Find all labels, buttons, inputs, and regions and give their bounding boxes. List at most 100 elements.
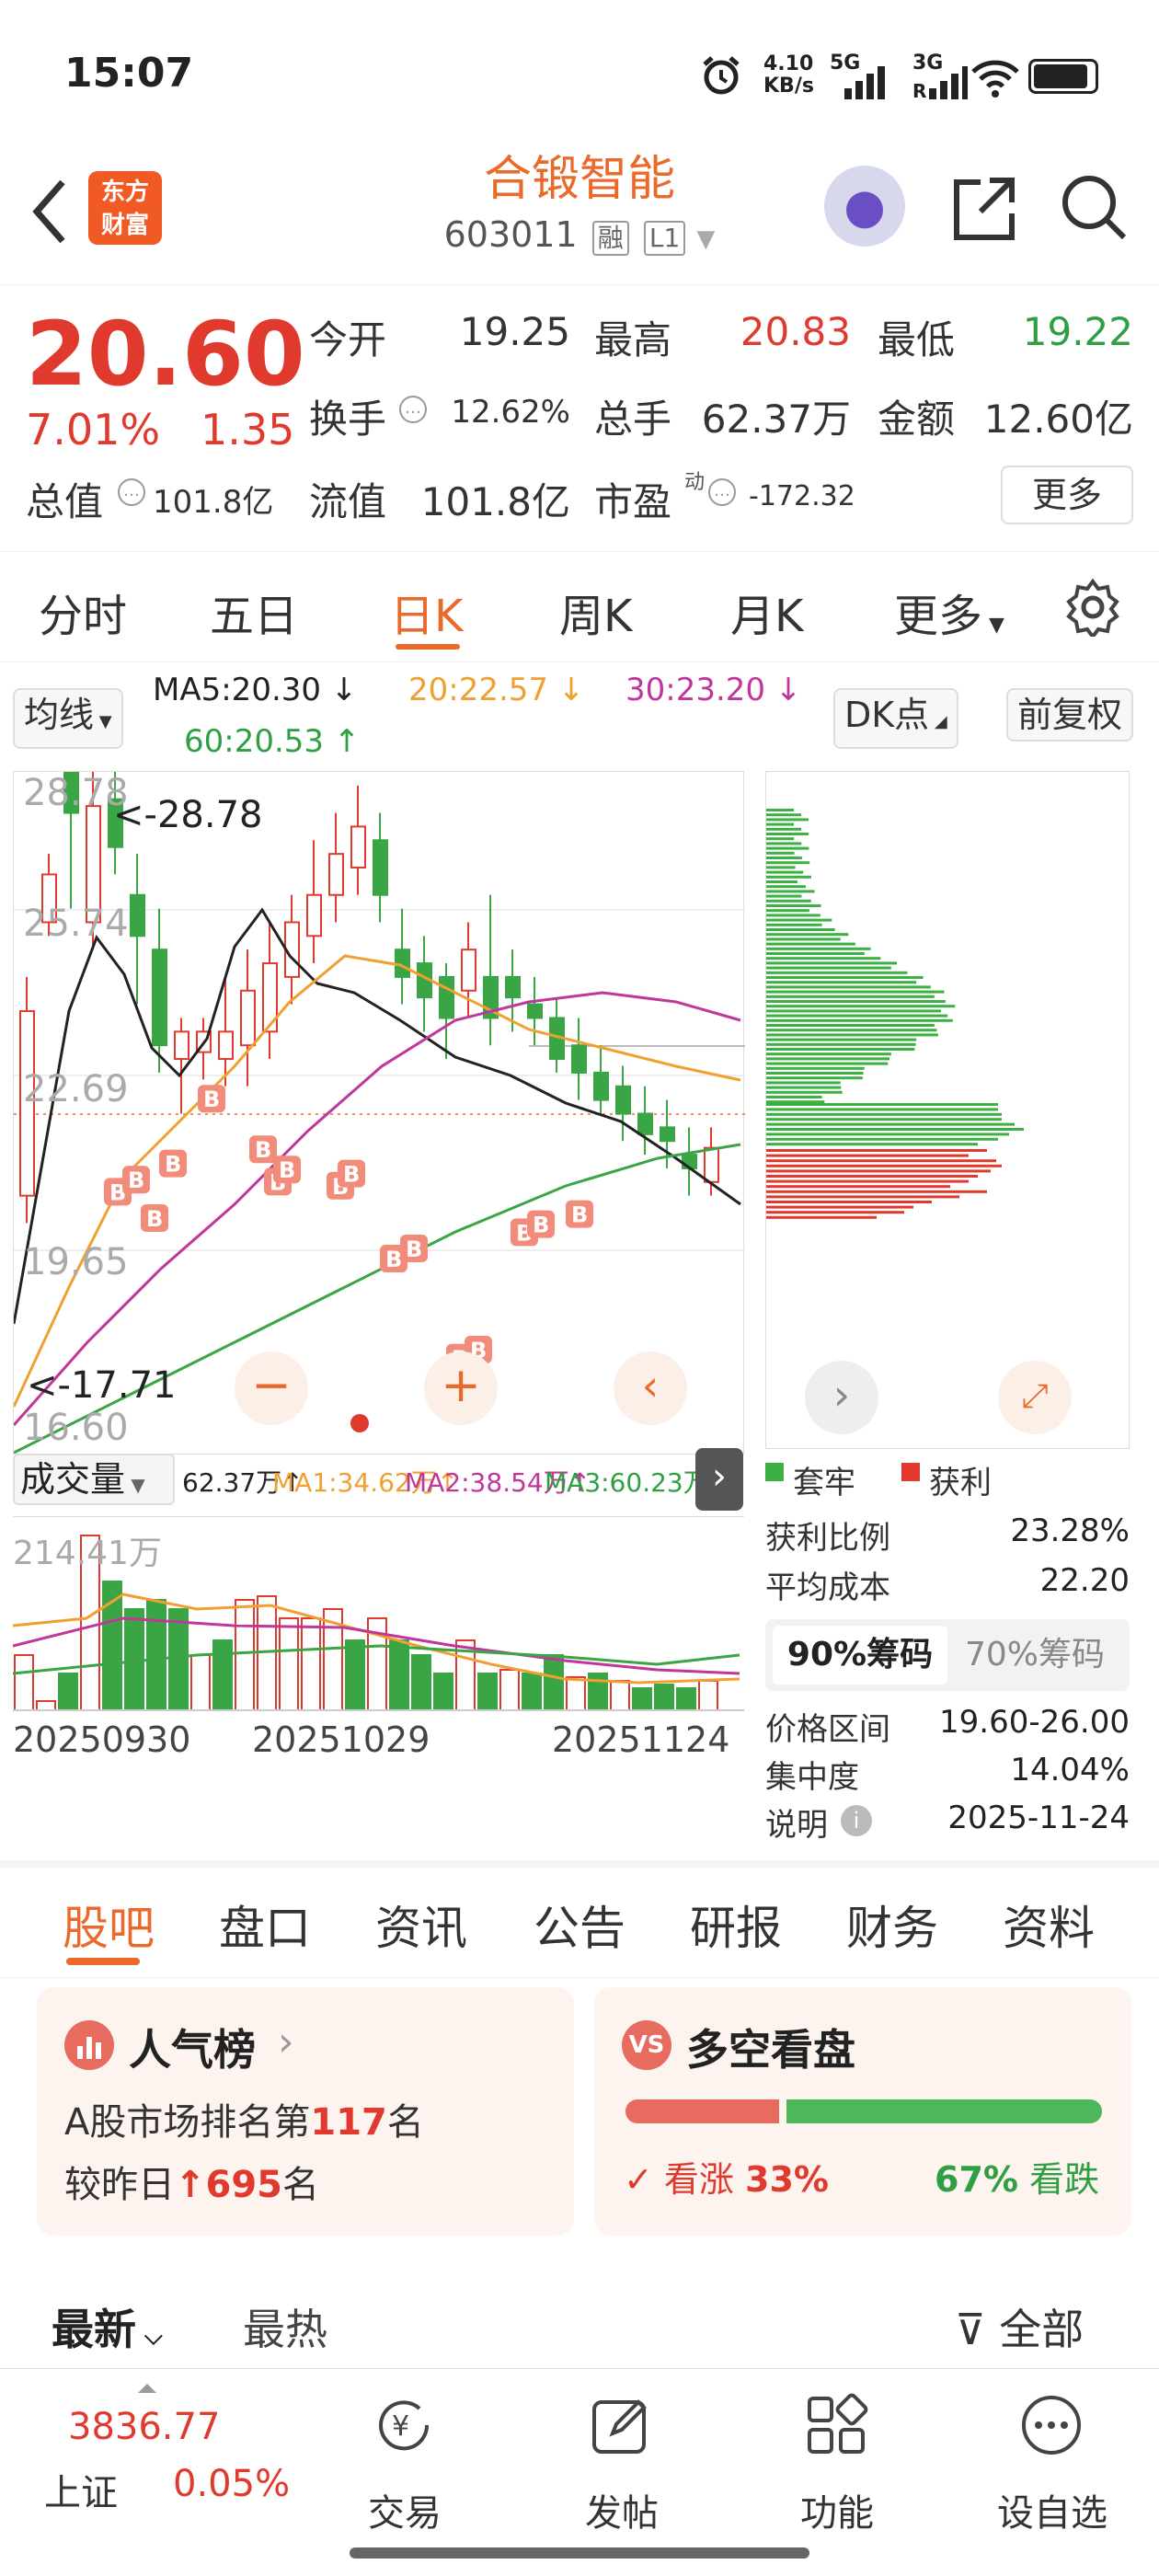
tab-monthly-k[interactable]: 月K — [730, 580, 803, 644]
tab-more[interactable]: 更多 ▼ — [894, 580, 1004, 644]
chip-next-button[interactable]: › — [805, 1361, 878, 1434]
filter-all[interactable]: ⊽ 全部 — [955, 2296, 1084, 2357]
volume-bar — [676, 1687, 696, 1711]
chip-bar-profit — [766, 1154, 969, 1157]
tab-order-book[interactable]: 盘口 — [219, 1892, 311, 1958]
chip-bar-profit — [766, 1185, 950, 1189]
seg-90[interactable]: 90%筹码 — [773, 1626, 947, 1685]
volume-bar — [345, 1639, 365, 1711]
chip-bar-trap — [766, 1096, 822, 1098]
tab-research[interactable]: 研报 — [690, 1892, 782, 1958]
tab-announcements[interactable]: 公告 — [534, 1892, 625, 1958]
popularity-card[interactable]: 人气榜 › A股市场排名第117名 较昨日↑695名 — [37, 1987, 574, 2236]
signal-icon-2: R — [912, 64, 968, 105]
turnover-value: 12.62% — [451, 394, 570, 431]
more-dots-icon[interactable] — [1019, 2393, 1084, 2461]
chip-bar-trap — [766, 1112, 1002, 1116]
ma20-value: 20:22.57 ↓ — [408, 672, 585, 708]
tab-forum[interactable]: 股吧 — [63, 1892, 155, 1958]
volume-bar — [610, 1680, 630, 1711]
stock-code: 603011 — [443, 214, 578, 255]
buy-marker-text: B — [406, 1236, 422, 1262]
tab-profile[interactable]: 资料 — [1003, 1892, 1095, 1958]
y-label-min: 16.60 — [23, 1407, 129, 1449]
buy-marker-text: B — [343, 1162, 360, 1188]
tab-news[interactable]: 资讯 — [375, 1892, 467, 1958]
nav-trade[interactable]: 交易 — [331, 2483, 478, 2536]
expand-icon[interactable]: ⤢ — [998, 1361, 1072, 1434]
search-icon[interactable] — [1058, 171, 1131, 245]
float-label: 流值 — [309, 479, 387, 524]
chip-bar-trap — [766, 1081, 841, 1085]
info-icon[interactable]: … — [399, 396, 427, 423]
chip-bar-trap — [766, 1072, 864, 1075]
apps-icon[interactable] — [804, 2393, 868, 2461]
logo-line2: 财富 — [100, 212, 149, 239]
share-icon[interactable] — [947, 171, 1021, 245]
dk-point-button[interactable]: DK点 ◢ — [833, 688, 958, 749]
bull-bear-card[interactable]: VS 多空看盘 ✓ 看涨 33% 67% 看跌 — [594, 1987, 1131, 2236]
trade-icon[interactable]: ¥ — [372, 2393, 436, 2461]
candlestick-svg: BBBBBBBBBBBBBBBBB — [12, 758, 745, 1455]
chip-bar-trap — [766, 914, 820, 917]
gear-icon[interactable] — [1063, 578, 1122, 640]
volume-select-label: 成交量 — [20, 1459, 126, 1500]
chip-bar-trap — [766, 1033, 938, 1037]
caret-icon: ◢ — [929, 712, 947, 731]
info-icon[interactable]: … — [708, 478, 736, 506]
candle-body — [637, 1112, 653, 1135]
nav-watchlist[interactable]: 设自选 — [979, 2483, 1126, 2536]
stock-code-row[interactable]: 603011 融 L1 ▼ — [368, 212, 791, 262]
sort-latest[interactable]: 最新 ⌵ — [52, 2296, 163, 2357]
candlestick-chart[interactable]: BBBBBBBBBBBBBBBBB 28.78 25.74 22.69 19.6… — [12, 758, 745, 1455]
status-bar: 15:07 4.10 KB/s 5G 3G R — [0, 0, 1159, 147]
back-icon[interactable] — [28, 175, 74, 259]
scroll-left-button[interactable]: ‹ — [614, 1351, 687, 1425]
pe-label: 市盈 — [594, 479, 672, 524]
volume-indicator-select[interactable]: 成交量 ▼ — [13, 1454, 175, 1505]
chip-bar-trap — [766, 1062, 889, 1065]
nav-functions[interactable]: 功能 — [763, 2483, 911, 2536]
zoom-in-button[interactable]: + — [424, 1351, 498, 1425]
period-tabs: 分时 五日 日K 周K 月K 更多 ▼ — [0, 552, 1159, 662]
volume-bar — [36, 1700, 56, 1711]
tab-weekly-k[interactable]: 周K — [559, 580, 632, 644]
open-value: 19.25 — [459, 309, 570, 354]
dropdown-icon[interactable]: ▼ — [696, 225, 715, 253]
chip-bar-trap — [766, 1018, 953, 1022]
zoom-out-button[interactable]: − — [235, 1351, 308, 1425]
chip-bar-trap — [766, 1000, 946, 1003]
tab-five-day[interactable]: 五日 — [210, 580, 298, 644]
info-icon[interactable]: … — [118, 478, 145, 506]
bottom-nav: 3836.77 上证 0.05% ¥ 交易 发帖 功能 设自选 — [0, 2368, 1159, 2576]
seg-70[interactable]: 70%筹码 — [947, 1626, 1122, 1685]
rank-change-prefix: 较昨日 — [64, 2164, 175, 2206]
info-icon[interactable]: i — [841, 1805, 872, 1836]
chip-bar-trap — [766, 1118, 1002, 1121]
volume-bar — [698, 1680, 718, 1711]
tab-intraday[interactable]: 分时 — [39, 580, 127, 644]
tab-finance[interactable]: 财务 — [846, 1892, 938, 1958]
nav-post[interactable]: 发帖 — [548, 2483, 695, 2536]
chip-bar-profit — [766, 1164, 1002, 1167]
volume-chart[interactable]: 214.41万 20250930 20251029 20251124 — [12, 1516, 744, 1774]
edit-icon[interactable] — [589, 2393, 653, 2461]
chip-bar-trap — [766, 899, 811, 903]
adjust-button[interactable]: 前复权 — [1006, 688, 1134, 742]
sort-hot[interactable]: 最热 — [243, 2296, 327, 2357]
up-arrow-icon: ↑ — [175, 2164, 206, 2206]
assistant-avatar[interactable] — [824, 166, 905, 247]
chip-bar-trap — [766, 1086, 842, 1089]
more-button[interactable]: 更多 — [1001, 466, 1133, 524]
expand-indicators-button[interactable]: › — [695, 1448, 743, 1511]
index-value[interactable]: 3836.77 — [68, 2406, 220, 2448]
tab-daily-k[interactable]: 日K — [390, 580, 463, 644]
bull-line: ✓ 看涨 33% — [624, 2151, 829, 2202]
date-label-3: 20251124 — [552, 1719, 730, 1760]
chip-bar-trap — [766, 1009, 941, 1013]
indicator-select[interactable]: 均线 ▼ — [13, 688, 123, 749]
buy-marker-text: B — [533, 1213, 549, 1238]
quote-panel: 20.60 7.01% 1.35 今开 19.25 最高 20.83 最低 19… — [0, 285, 1159, 552]
index-name[interactable]: 上证 — [44, 2463, 118, 2516]
index-pct[interactable]: 0.05% — [173, 2463, 290, 2505]
